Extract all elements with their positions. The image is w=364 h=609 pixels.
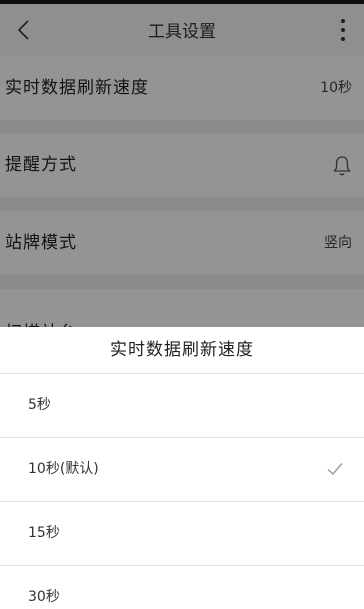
option-label: 10秒(默认) <box>28 461 99 477</box>
option-5s[interactable]: 5秒 <box>0 374 364 438</box>
option-label: 5秒 <box>28 397 51 413</box>
checkmark-icon <box>327 463 343 476</box>
app-screen: 工具设置 实时数据刷新速度 10秒 提醒方式 站牌模式 竖向 扫描站台 实时数据… <box>0 0 364 609</box>
option-15s[interactable]: 15秒 <box>0 502 364 566</box>
option-label: 15秒 <box>28 525 60 541</box>
option-30s[interactable]: 30秒 <box>0 566 364 609</box>
option-10s-default[interactable]: 10秒(默认) <box>0 438 364 502</box>
refresh-speed-sheet: 实时数据刷新速度 5秒 10秒(默认) 15秒 30秒 <box>0 327 364 609</box>
sheet-title: 实时数据刷新速度 <box>0 327 364 374</box>
option-label: 30秒 <box>28 589 60 605</box>
